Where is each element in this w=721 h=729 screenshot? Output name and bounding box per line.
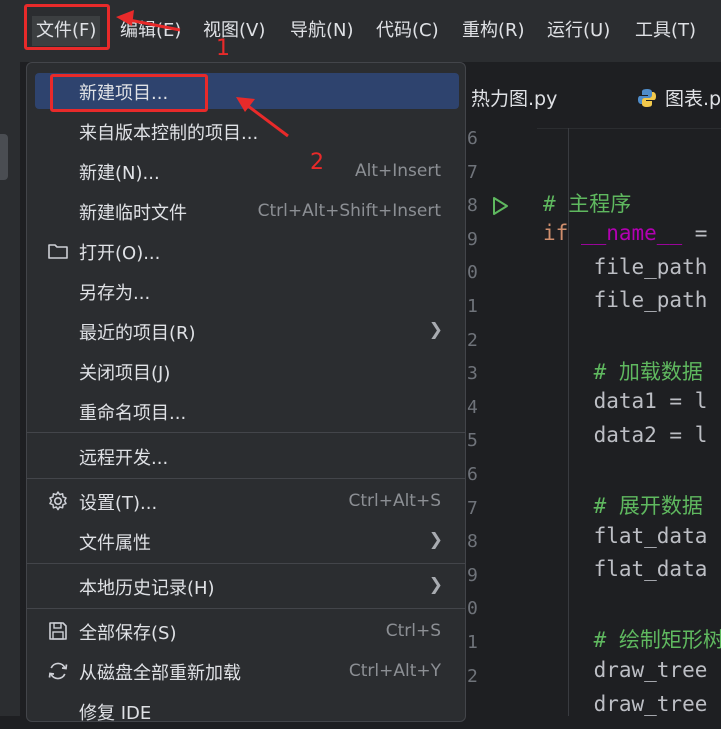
save-icon xyxy=(49,622,67,640)
code-line: if __name__ = xyxy=(543,221,708,246)
menu-edit[interactable]: 编辑(E) xyxy=(116,16,185,46)
menu-item-settings[interactable]: 设置(T)... Ctrl+Alt+S xyxy=(35,483,459,519)
menu-item-shortcut: Alt+Insert xyxy=(354,161,441,181)
run-gutter-icon[interactable] xyxy=(490,196,510,216)
menu-run[interactable]: 运行(U) xyxy=(543,16,614,46)
menu-item-label: 打开(O)... xyxy=(79,243,161,264)
menu-view[interactable]: 视图(V) xyxy=(199,16,269,46)
line-number: 3 xyxy=(467,363,478,385)
left-tool-strip xyxy=(0,62,20,716)
menu-separator xyxy=(27,608,465,609)
menu-item-rename-project[interactable]: 重命名项目... xyxy=(35,393,459,429)
menu-separator xyxy=(27,432,465,433)
highlight-box-new-project xyxy=(50,74,208,112)
menu-item-shortcut: Ctrl+Alt+S xyxy=(348,491,441,511)
chevron-right-icon: ❯ xyxy=(428,530,443,550)
line-number: 9 xyxy=(467,228,478,250)
project-tool-button[interactable] xyxy=(0,134,8,180)
menu-item-label: 来自版本控制的项目... xyxy=(79,123,259,144)
line-number: 1 xyxy=(467,632,478,653)
line-number: 7 xyxy=(467,161,478,183)
menu-refactor[interactable]: 重构(R) xyxy=(458,16,529,46)
menu-item-label: 新建临时文件 xyxy=(79,203,187,224)
editor-tabs: 热力图.py 图表.p xyxy=(457,62,721,129)
menu-item-file-properties[interactable]: 文件属性 ❯ xyxy=(35,523,459,559)
python-file-icon xyxy=(638,89,656,107)
line-number: 1 xyxy=(467,296,478,317)
tab-label: 热力图.py xyxy=(471,88,558,110)
line-number: 9 xyxy=(467,564,478,586)
menu-item-label: 重命名项目... xyxy=(79,403,187,424)
menu-item-recent-projects[interactable]: 最近的项目(R) ❯ xyxy=(35,313,459,349)
menu-item-label: 设置(T)... xyxy=(79,493,158,514)
line-number: 5 xyxy=(467,430,478,452)
menu-item-new-scratch-file[interactable]: 新建临时文件 Ctrl+Alt+Shift+Insert xyxy=(35,193,459,229)
code-line: # 主程序 xyxy=(543,191,632,216)
menu-separator xyxy=(27,563,465,564)
menu-item-remote-development[interactable]: 远程开发... xyxy=(35,438,459,474)
folder-icon xyxy=(48,244,68,259)
code-line: flat_data xyxy=(543,557,708,582)
code-line: # 展开数据 xyxy=(543,494,703,518)
menu-item-label: 远程开发... xyxy=(79,448,169,469)
line-number: 0 xyxy=(467,598,478,620)
chevron-right-icon: ❯ xyxy=(428,320,443,340)
menu-item-open[interactable]: 打开(O)... xyxy=(35,233,459,269)
menu-tools[interactable]: 工具(T) xyxy=(631,16,700,46)
menu-item-close-project[interactable]: 关闭项目(J) xyxy=(35,353,459,389)
menu-item-repair-ide[interactable]: 修复 IDE xyxy=(35,693,459,729)
line-number: 0 xyxy=(467,262,478,284)
line-number: 2 xyxy=(467,329,478,351)
code-line: data1 = l xyxy=(543,389,708,414)
menu-item-label: 修复 IDE xyxy=(79,703,152,724)
gear-icon xyxy=(49,491,67,511)
line-number: 6 xyxy=(467,464,478,485)
step-number-1: 1 xyxy=(216,36,230,61)
code-line: draw_tree xyxy=(543,691,708,716)
line-number: 7 xyxy=(467,497,478,519)
reload-icon xyxy=(48,662,68,680)
menu-item-save-all[interactable]: 全部保存(S) Ctrl+S xyxy=(35,613,459,649)
file-menu-dropdown: 新建项目... 来自版本控制的项目... 新建(N)... Alt+Insert… xyxy=(26,62,466,724)
chevron-right-icon: ❯ xyxy=(428,575,443,595)
step-number-2: 2 xyxy=(310,150,324,175)
menu-item-local-history[interactable]: 本地历史记录(H) ❯ xyxy=(35,568,459,604)
code-line: file_path xyxy=(543,288,708,313)
code-line: draw_tree xyxy=(543,658,708,682)
menu-item-shortcut: Ctrl+Alt+Shift+Insert xyxy=(257,201,441,221)
menu-item-label: 另存为... xyxy=(79,283,151,304)
code-line: data2 = l xyxy=(543,422,708,447)
menu-item-label: 文件属性 xyxy=(79,533,151,554)
menu-item-shortcut: Ctrl+S xyxy=(385,621,441,641)
menu-item-label: 关闭项目(J) xyxy=(79,363,171,384)
line-number: 2 xyxy=(467,665,478,687)
menu-item-new[interactable]: 新建(N)... Alt+Insert xyxy=(35,153,459,189)
menu-item-project-from-vcs[interactable]: 来自版本控制的项目... xyxy=(35,113,459,149)
menu-item-save-as[interactable]: 另存为... xyxy=(35,273,459,309)
code-line: # 绘制矩形树 xyxy=(543,628,721,653)
tab-label: 图表.p xyxy=(665,88,721,110)
code-line: file_path xyxy=(543,254,708,279)
highlight-box-file-menu xyxy=(24,4,110,50)
line-number: 6 xyxy=(467,128,478,149)
line-number: 8 xyxy=(467,531,478,553)
editor-gutter xyxy=(467,128,537,716)
menu-item-reload-all-from-disk[interactable]: 从磁盘全部重新加载 Ctrl+Alt+Y xyxy=(35,653,459,689)
menu-item-label: 新建(N)... xyxy=(79,163,160,184)
code-line: # 加载数据 xyxy=(543,359,703,384)
tab-heatmap[interactable]: 热力图.py xyxy=(457,84,557,111)
line-number: 4 xyxy=(467,396,478,418)
code-line: flat_data xyxy=(543,523,708,548)
line-number: 8 xyxy=(467,195,478,217)
menu-item-label: 从磁盘全部重新加载 xyxy=(79,663,241,684)
menu-separator xyxy=(27,478,465,479)
menu-navigate[interactable]: 导航(N) xyxy=(286,16,358,46)
menu-code[interactable]: 代码(C) xyxy=(372,16,443,46)
menu-item-shortcut: Ctrl+Alt+Y xyxy=(348,661,441,681)
tab-chart[interactable]: 图表.p xyxy=(637,84,721,111)
menu-item-label: 本地历史记录(H) xyxy=(79,578,215,599)
menu-item-label: 最近的项目(R) xyxy=(79,323,196,344)
menu-item-label: 全部保存(S) xyxy=(79,623,177,644)
